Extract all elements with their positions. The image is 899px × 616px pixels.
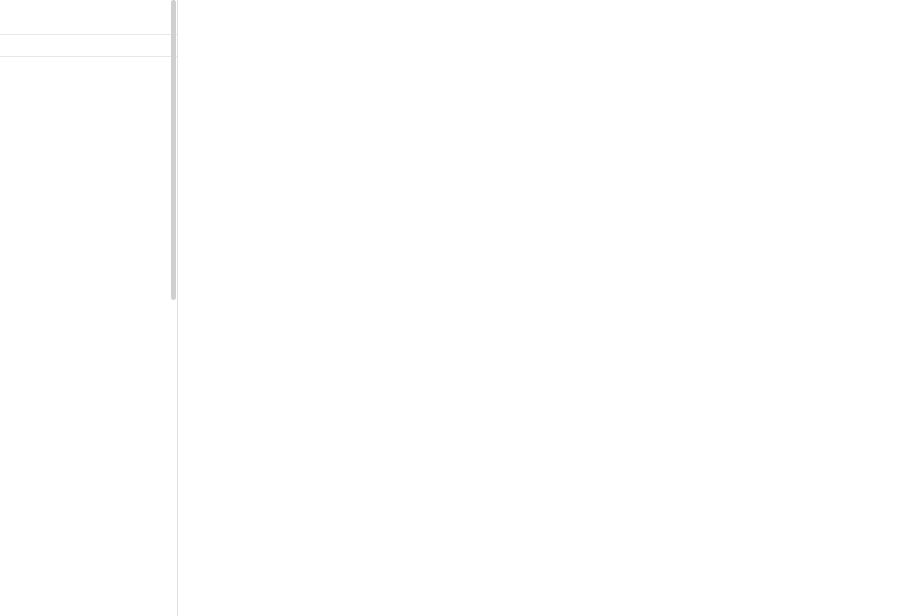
page-root bbox=[0, 0, 899, 616]
sidebar-scrollbar[interactable] bbox=[171, 0, 176, 616]
sidebar bbox=[0, 0, 178, 616]
main-inner bbox=[178, 0, 899, 35]
sidebar-chart-types-list bbox=[0, 57, 177, 78]
sidebar-item-overview[interactable] bbox=[10, 14, 177, 21]
sidebar-guide-list bbox=[0, 35, 177, 56]
sidebar-scrollbar-thumb[interactable] bbox=[171, 0, 176, 300]
page-header bbox=[206, 8, 879, 18]
sidebar-overview-group bbox=[0, 0, 177, 34]
sidebar-content bbox=[0, 0, 177, 78]
main-content bbox=[178, 0, 899, 616]
